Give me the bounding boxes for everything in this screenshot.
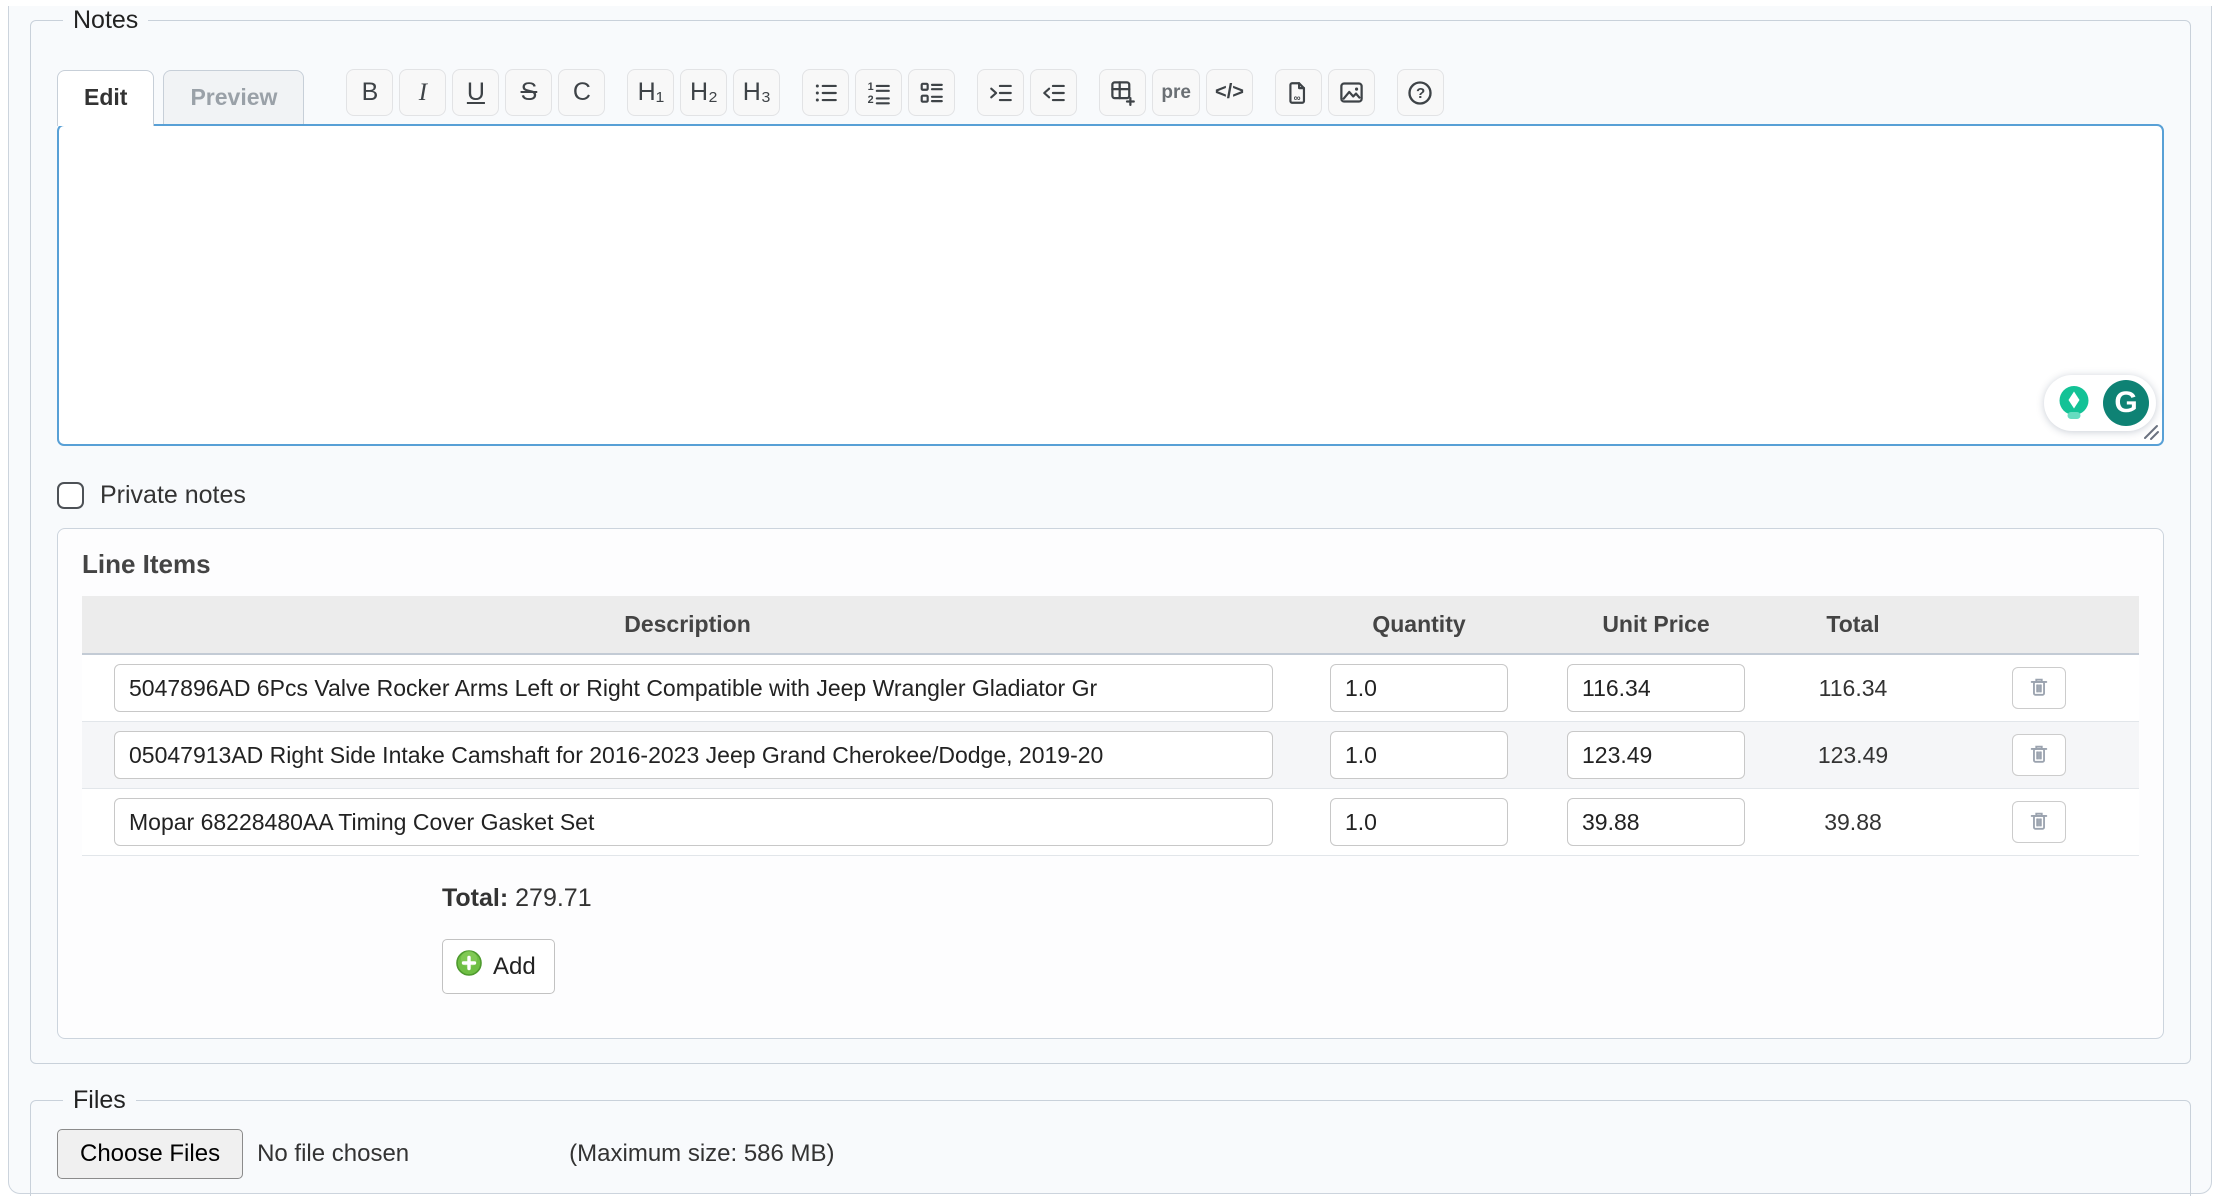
- tab-edit[interactable]: Edit: [57, 70, 154, 126]
- line-items-panel: Line Items Description Quantity Unit Pri…: [57, 528, 2164, 1039]
- grammarly-logo-icon[interactable]: G: [2103, 380, 2149, 426]
- column-header-quantity: Quantity: [1293, 596, 1545, 654]
- description-input[interactable]: [114, 798, 1273, 846]
- delete-row-button[interactable]: [2012, 734, 2066, 776]
- unordered-list-icon: [813, 80, 839, 106]
- delete-row-button[interactable]: [2012, 667, 2066, 709]
- file-upload-row: Choose Files No file chosen (Maximum siz…: [57, 1129, 2164, 1179]
- grand-total-label: Total:: [442, 884, 508, 912]
- underline-icon: U: [467, 78, 485, 107]
- notes-fieldset: Notes Edit Preview B I U S C H₁ H₂ H₃ 12: [30, 6, 2191, 1064]
- line-items-table: Description Quantity Unit Price Total 11…: [82, 596, 2139, 856]
- heading3-icon: H₃: [743, 78, 771, 107]
- bold-button[interactable]: B: [346, 69, 393, 116]
- inline-code-button[interactable]: C: [558, 69, 605, 116]
- line-items-title: Line Items: [82, 549, 2139, 580]
- svg-text:?: ?: [1417, 85, 1426, 102]
- heading1-icon: H₁: [638, 78, 665, 107]
- files-fieldset: Files Choose Files No file chosen (Maxim…: [30, 1086, 2191, 1196]
- heading2-icon: H₂: [690, 78, 718, 107]
- inline-code-icon: C: [573, 78, 591, 107]
- add-icon: [455, 949, 483, 984]
- unit-price-input[interactable]: [1567, 664, 1745, 712]
- table-header-row: Description Quantity Unit Price Total: [82, 596, 2139, 654]
- heading1-button[interactable]: H₁: [627, 69, 674, 116]
- underline-button[interactable]: U: [452, 69, 499, 116]
- row-total: 116.34: [1767, 654, 1939, 722]
- insert-image-icon: [1338, 79, 1365, 106]
- column-header-unit-price: Unit Price: [1545, 596, 1767, 654]
- editor-toolbar: B I U S C H₁ H₂ H₃ 12: [330, 69, 1444, 124]
- table-row: 116.34: [82, 654, 2139, 722]
- description-input[interactable]: [114, 664, 1273, 712]
- notes-legend: Notes: [63, 6, 148, 35]
- task-list-icon: [919, 80, 945, 106]
- help-button[interactable]: ?: [1397, 69, 1444, 116]
- svg-text:∞: ∞: [1294, 93, 1301, 104]
- outdent-button[interactable]: [1030, 69, 1077, 116]
- insert-image-button[interactable]: [1328, 69, 1375, 116]
- strikethrough-icon: S: [521, 78, 538, 107]
- trash-icon: [2028, 810, 2050, 835]
- svg-text:1: 1: [868, 80, 874, 92]
- insert-table-button[interactable]: [1099, 69, 1146, 116]
- column-header-description: Description: [82, 596, 1293, 654]
- private-notes-label[interactable]: Private notes: [100, 481, 246, 510]
- private-notes-checkbox[interactable]: [57, 482, 84, 509]
- outdent-icon: [1041, 80, 1067, 106]
- resize-handle[interactable]: [2140, 421, 2160, 446]
- heading3-button[interactable]: H₃: [733, 69, 780, 116]
- ordered-list-icon: 12: [866, 80, 892, 106]
- indent-icon: [988, 80, 1014, 106]
- add-line-item-button[interactable]: Add: [442, 939, 555, 994]
- heading2-button[interactable]: H₂: [680, 69, 727, 116]
- private-notes-row: Private notes: [57, 481, 2164, 510]
- help-icon: ?: [1406, 79, 1434, 107]
- trash-icon: [2028, 676, 2050, 701]
- row-total: 123.49: [1767, 722, 1939, 789]
- column-header-total: Total: [1767, 596, 1939, 654]
- no-file-chosen-text: No file chosen: [257, 1140, 409, 1168]
- unordered-list-button[interactable]: [802, 69, 849, 116]
- italic-button[interactable]: I: [399, 69, 446, 116]
- preformatted-icon: pre: [1161, 82, 1191, 104]
- attach-file-button[interactable]: ∞: [1275, 69, 1322, 116]
- notes-editor-wrap: G: [57, 124, 2164, 451]
- bold-icon: B: [362, 78, 379, 107]
- trash-icon: [2028, 743, 2050, 768]
- max-size-text: (Maximum size: 586 MB): [569, 1140, 834, 1168]
- description-input[interactable]: [114, 731, 1273, 779]
- grand-total-value: 279.71: [515, 884, 591, 912]
- table-row: 123.49: [82, 722, 2139, 789]
- add-button-label: Add: [493, 953, 536, 981]
- row-total: 39.88: [1767, 789, 1939, 856]
- strikethrough-button[interactable]: S: [505, 69, 552, 116]
- code-block-icon: </>: [1215, 81, 1244, 104]
- unit-price-input[interactable]: [1567, 798, 1745, 846]
- ordered-list-button[interactable]: 12: [855, 69, 902, 116]
- italic-icon: I: [419, 79, 427, 107]
- column-header-actions: [1939, 596, 2139, 654]
- quantity-input[interactable]: [1330, 798, 1508, 846]
- indent-button[interactable]: [977, 69, 1024, 116]
- task-list-button[interactable]: [908, 69, 955, 116]
- tab-preview[interactable]: Preview: [163, 70, 304, 124]
- attach-file-icon: ∞: [1285, 80, 1311, 106]
- preformatted-button[interactable]: pre: [1152, 69, 1200, 116]
- grand-total: Total: 279.71: [442, 884, 2139, 913]
- grammarly-suggestions-icon[interactable]: [2051, 380, 2097, 426]
- table-row: 39.88: [82, 789, 2139, 856]
- delete-row-button[interactable]: [2012, 801, 2066, 843]
- files-legend: Files: [63, 1086, 136, 1115]
- notes-textarea[interactable]: [57, 124, 2164, 446]
- editor-tabbar: Edit Preview B I U S C H₁ H₂ H₃ 12: [57, 69, 2164, 124]
- svg-text:2: 2: [868, 93, 874, 105]
- choose-files-button[interactable]: Choose Files: [57, 1129, 243, 1179]
- quantity-input[interactable]: [1330, 664, 1508, 712]
- insert-table-icon: [1109, 79, 1136, 106]
- unit-price-input[interactable]: [1567, 731, 1745, 779]
- quantity-input[interactable]: [1330, 731, 1508, 779]
- page-container: Notes Edit Preview B I U S C H₁ H₂ H₃ 12: [8, 6, 2212, 1194]
- code-block-button[interactable]: </>: [1206, 69, 1253, 116]
